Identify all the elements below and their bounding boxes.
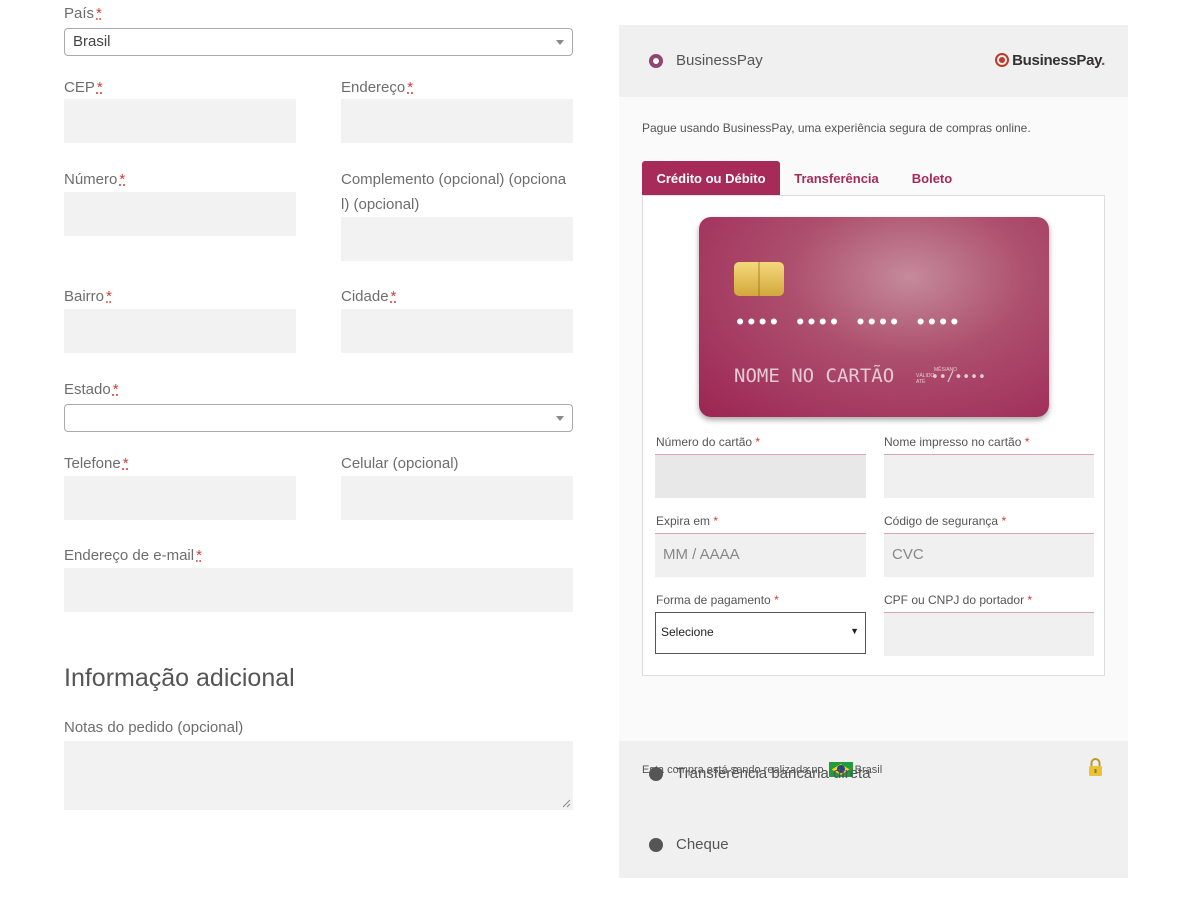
phone-label: Telefone * <box>64 455 129 472</box>
card-preview-expiry: ••/•••• <box>931 370 986 385</box>
neighborhood-label: Bairro * <box>64 288 112 305</box>
cvc-placeholder: CVC <box>892 546 924 563</box>
address-input[interactable] <box>341 99 573 143</box>
cep-label: CEP * <box>64 79 103 96</box>
credit-card-form: •••• •••• •••• •••• NOME NO CARTÃO MÊS/A… <box>642 195 1105 676</box>
tab-boleto[interactable]: Boleto <box>893 161 971 196</box>
resize-handle-icon[interactable] <box>562 799 571 808</box>
complement-input[interactable] <box>341 217 573 261</box>
card-preview-name: NOME NO CARTÃO <box>734 365 895 387</box>
businesspay-logo-icon <box>995 53 1010 67</box>
payment-method-name: Cheque <box>676 836 729 853</box>
payment-method-businesspay[interactable]: BusinessPay BusinessPay. <box>619 25 1128 97</box>
payment-method-name: BusinessPay <box>676 52 763 69</box>
country-select[interactable]: Brasil <box>64 28 573 56</box>
expiry-placeholder: MM / AAAA <box>663 546 740 563</box>
card-number-label: Número do cartão * <box>656 435 761 449</box>
mobile-label: Celular (opcional) <box>341 455 459 472</box>
installments-label: Forma de pagamento * <box>656 593 779 607</box>
chevron-down-icon <box>556 40 564 45</box>
order-notes-label: Notas do pedido (opcional) <box>64 719 244 736</box>
neighborhood-input[interactable] <box>64 309 296 353</box>
country-select-value: Brasil <box>73 33 111 50</box>
city-label: Cidade * <box>341 288 397 305</box>
email-label: Endereço de e-mail * <box>64 547 202 564</box>
tab-transfer[interactable]: Transferência <box>780 161 893 196</box>
card-preview: •••• •••• •••• •••• NOME NO CARTÃO MÊS/A… <box>699 217 1049 417</box>
expiry-label: Expira em * <box>656 514 719 528</box>
country-label: País * <box>64 5 102 22</box>
order-notes-textarea[interactable] <box>64 741 573 810</box>
installments-select-value: Selecione <box>661 625 714 639</box>
lock-icon <box>1089 758 1102 776</box>
businesspay-logo: BusinessPay. <box>995 52 1105 69</box>
cep-input[interactable] <box>64 99 296 143</box>
card-preview-number: •••• •••• •••• •••• <box>735 313 961 333</box>
card-name-input[interactable] <box>884 454 1094 498</box>
city-input[interactable] <box>341 309 573 353</box>
number-label: Número * <box>64 171 126 188</box>
businesspay-box: Pague usando BusinessPay, uma experiênci… <box>619 97 1128 777</box>
payment-description: Pague usando BusinessPay, uma experiênci… <box>642 121 1031 135</box>
radio-unselected-icon[interactable] <box>649 767 663 781</box>
cvc-label: Código de segurança * <box>884 514 1007 528</box>
card-name-label: Nome impresso no cartão * <box>884 435 1030 449</box>
document-label: CPF ou CNPJ do portador * <box>884 593 1033 607</box>
caret-down-icon: ▼ <box>850 626 859 636</box>
address-label: Endereço * <box>341 79 414 96</box>
additional-info-heading: Informação adicional <box>64 664 295 692</box>
card-chip-icon <box>734 262 784 296</box>
document-input[interactable] <box>884 612 1094 656</box>
payment-methods-panel: BusinessPay BusinessPay. Pague usando Bu… <box>619 25 1128 878</box>
radio-selected-icon[interactable] <box>649 54 663 68</box>
cvc-input[interactable]: CVC <box>884 533 1094 577</box>
tab-credit-debit[interactable]: Crédito ou Débito <box>642 161 780 196</box>
complement-label: Complemento (opcional) (opciona l) (opci… <box>341 171 567 213</box>
mobile-input[interactable] <box>341 476 573 520</box>
number-input[interactable] <box>64 192 296 236</box>
card-number-input[interactable] <box>655 454 866 498</box>
state-label: Estado * <box>64 381 119 398</box>
expiry-input[interactable]: MM / AAAA <box>655 533 866 577</box>
phone-input[interactable] <box>64 476 296 520</box>
installments-select[interactable]: Selecione ▼ <box>655 612 866 654</box>
payment-method-name: Transferência bancária direta <box>676 765 871 782</box>
state-select[interactable] <box>64 404 573 432</box>
chevron-down-icon <box>556 416 564 421</box>
radio-unselected-icon[interactable] <box>649 838 663 852</box>
email-input[interactable] <box>64 568 573 612</box>
